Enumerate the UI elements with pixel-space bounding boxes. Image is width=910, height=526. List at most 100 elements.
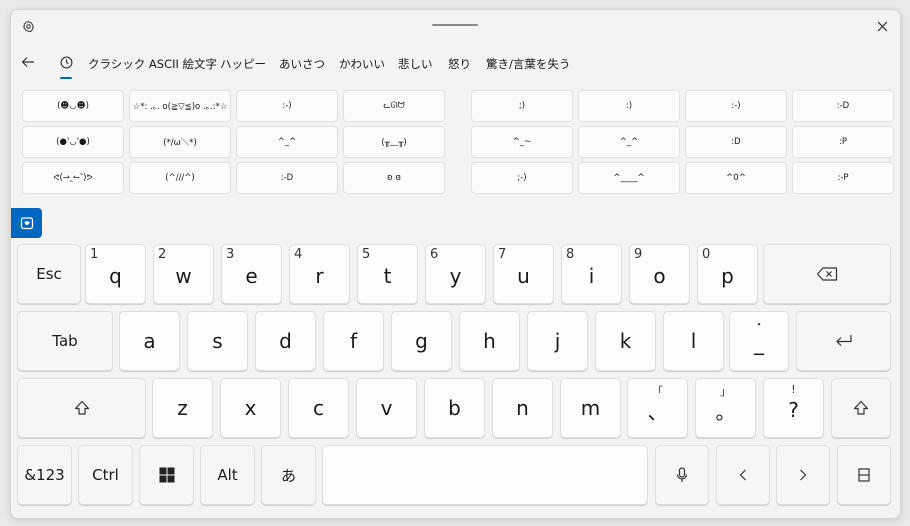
keyboard-layout-icon xyxy=(858,468,870,482)
kaomoji-cell[interactable]: ^_^ xyxy=(578,126,680,158)
emoji-panel-button[interactable] xyxy=(11,208,42,238)
letter-key[interactable]: a xyxy=(119,311,180,371)
letter-key[interactable]: d xyxy=(255,311,316,371)
shift-icon xyxy=(74,400,89,415)
letter-key[interactable]: g xyxy=(391,311,452,371)
kaomoji-cell[interactable]: ^_~ xyxy=(471,126,573,158)
period-key[interactable]: 」 。 xyxy=(695,378,756,438)
letter-key[interactable]: h xyxy=(459,311,520,371)
settings-button[interactable] xyxy=(17,16,39,36)
kaomoji-cell[interactable]: ^0^ xyxy=(685,162,787,194)
ime-mode-key[interactable]: あ xyxy=(261,445,316,505)
tab-cute[interactable]: かわいい xyxy=(339,56,385,72)
letter-key[interactable]: z xyxy=(152,378,213,438)
letter-key[interactable]: 4r xyxy=(289,244,350,304)
letter-key[interactable]: l xyxy=(663,311,724,371)
key-label: u xyxy=(517,264,530,288)
key-label: y xyxy=(449,264,462,288)
letter-key[interactable]: 1q xyxy=(85,244,146,304)
chevron-left-icon xyxy=(739,469,746,481)
kaomoji-cell[interactable]: :P xyxy=(792,126,894,158)
kaomoji-cell[interactable]: ^____^ xyxy=(578,162,680,194)
esc-key[interactable]: Esc xyxy=(17,244,81,304)
underscore-key-label: _ xyxy=(754,331,764,355)
letter-key[interactable]: 7u xyxy=(493,244,554,304)
letter-key[interactable]: 9o xyxy=(629,244,690,304)
question-key[interactable]: ! ? xyxy=(763,378,824,438)
kaomoji-cell[interactable]: ʚ ɞ xyxy=(343,162,445,194)
letter-key[interactable]: j xyxy=(527,311,588,371)
period-key-label: 。 xyxy=(715,399,736,424)
key-number-hint: 3 xyxy=(226,247,235,262)
esc-key-label: Esc xyxy=(36,265,62,283)
tab-key-label: Tab xyxy=(52,332,78,350)
backspace-key[interactable] xyxy=(763,244,891,304)
kaomoji-cell[interactable]: :-) xyxy=(236,90,338,122)
letter-key[interactable]: 2w xyxy=(153,244,214,304)
key-number-hint: 9 xyxy=(634,247,643,262)
key-label: o xyxy=(653,264,666,288)
close-button[interactable] xyxy=(871,16,893,36)
kaomoji-cell[interactable]: ☆*: .｡. o(≧▽≦)o .｡.:*☆ xyxy=(129,90,231,122)
letter-key[interactable]: 8i xyxy=(561,244,622,304)
alt-key[interactable]: Alt xyxy=(200,445,255,505)
tab-happy[interactable]: ハッピー xyxy=(220,56,266,72)
ctrl-key[interactable]: Ctrl xyxy=(78,445,133,505)
back-button[interactable] xyxy=(17,52,39,72)
letter-key[interactable]: v xyxy=(356,378,417,438)
tab-surprised[interactable]: 驚き/言葉を失う xyxy=(486,56,570,72)
chevron-right-icon xyxy=(800,469,807,481)
letter-key[interactable]: s xyxy=(187,311,248,371)
tab-greetings[interactable]: あいさつ xyxy=(279,56,325,72)
letter-key[interactable]: c xyxy=(288,378,349,438)
kaomoji-cell[interactable]: :-P xyxy=(792,162,894,194)
kaomoji-cell[interactable]: :-) xyxy=(685,90,787,122)
letter-key[interactable]: f xyxy=(323,311,384,371)
space-key[interactable] xyxy=(322,445,648,505)
letter-key[interactable]: 5t xyxy=(357,244,418,304)
kaomoji-cell[interactable]: :) xyxy=(578,90,680,122)
kaomoji-cell[interactable]: (^///^) xyxy=(129,162,231,194)
comma-key[interactable]: 「 、 xyxy=(627,378,688,438)
kaomoji-cell[interactable]: (*/ω＼*) xyxy=(129,126,231,158)
back-arrow-icon xyxy=(21,57,34,67)
letter-key[interactable]: b xyxy=(424,378,485,438)
ime-mode-key-label: あ xyxy=(280,466,296,485)
kaomoji-cell[interactable]: :-D xyxy=(792,90,894,122)
letter-key[interactable]: m xyxy=(560,378,621,438)
windows-icon xyxy=(159,467,174,483)
letter-key[interactable]: 0p xyxy=(697,244,758,304)
kaomoji-cell[interactable]: (●'◡'●) xyxy=(22,126,124,158)
shift-key-right[interactable] xyxy=(831,378,891,438)
tab-recent[interactable] xyxy=(55,52,77,72)
letter-key[interactable]: n xyxy=(492,378,553,438)
letter-key[interactable]: k xyxy=(595,311,656,371)
tab-key[interactable]: Tab xyxy=(17,311,113,371)
kaomoji-cell[interactable]: ᕙ(⇀‸↼‶)ᕗ xyxy=(22,162,124,194)
tab-angry[interactable]: 怒り xyxy=(448,56,471,72)
drag-handle[interactable] xyxy=(432,24,478,26)
kaomoji-cell[interactable]: :-D xyxy=(236,162,338,194)
windows-key[interactable] xyxy=(139,445,194,505)
numbers-key[interactable]: &123 xyxy=(17,445,72,505)
kaomoji-cell[interactable]: :D xyxy=(685,126,787,158)
kaomoji-cell[interactable]: (╥﹏╥) xyxy=(343,126,445,158)
keyboard-layout-key[interactable] xyxy=(837,445,891,505)
right-arrow-key[interactable] xyxy=(776,445,830,505)
kaomoji-cell[interactable]: ;-) xyxy=(471,162,573,194)
tab-sad[interactable]: 悲しい xyxy=(398,56,433,72)
microphone-key[interactable] xyxy=(655,445,709,505)
kaomoji-cell[interactable]: ᓚᘏᗢ xyxy=(343,90,445,122)
kaomoji-cell[interactable]: ^_^ xyxy=(236,126,338,158)
left-arrow-key[interactable] xyxy=(716,445,770,505)
letter-key[interactable]: 3e xyxy=(221,244,282,304)
underscore-key[interactable]: ・ _ xyxy=(729,311,789,371)
tab-classic-ascii[interactable]: クラシック ASCII 絵文字 xyxy=(88,56,217,72)
letter-key[interactable]: 6y xyxy=(425,244,486,304)
kaomoji-cell[interactable]: ;) xyxy=(471,90,573,122)
letter-key[interactable]: x xyxy=(220,378,281,438)
key-number-hint: 8 xyxy=(566,247,575,262)
enter-key[interactable] xyxy=(796,311,891,371)
shift-key-left[interactable] xyxy=(17,378,146,438)
kaomoji-cell[interactable]: (☻◡☻) xyxy=(22,90,124,122)
